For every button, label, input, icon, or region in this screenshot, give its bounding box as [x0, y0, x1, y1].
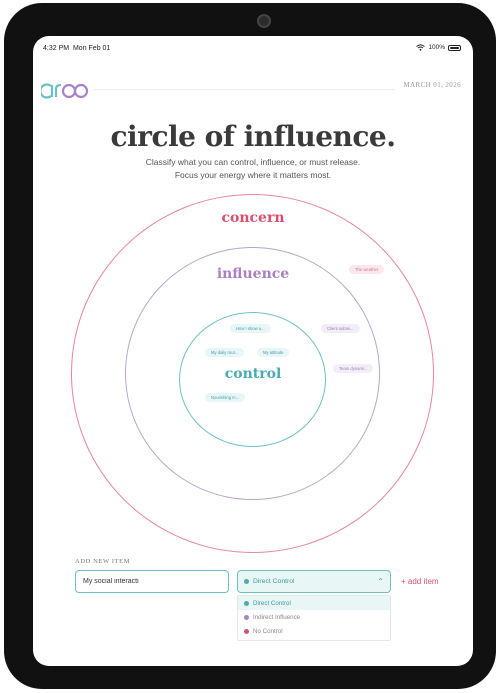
item-chip-weather[interactable]: The weather	[349, 265, 385, 274]
screen: 4:32 PM Mon Feb 01 100% MARCH 01, 2026 c…	[33, 36, 473, 666]
status-right: 100%	[416, 44, 461, 51]
option-label: Direct Control	[253, 599, 291, 607]
influence-label: influence	[216, 266, 290, 282]
control-dot-icon	[244, 600, 249, 606]
page-title: circle of influence.	[110, 120, 396, 153]
selected-category: Direct Control	[253, 578, 295, 585]
item-chip-team-dynamics[interactable]: Team dynami...	[333, 364, 374, 373]
battery-percent: 100%	[428, 44, 445, 51]
add-item-label: ADD NEW ITEM	[75, 558, 131, 565]
control-label: control	[224, 366, 282, 382]
item-input[interactable]	[75, 570, 229, 593]
option-label: No Control	[253, 627, 283, 635]
option-direct-control[interactable]: Direct Control	[238, 596, 390, 610]
add-item-button[interactable]: + add item	[401, 577, 439, 586]
concern-dot-icon	[244, 628, 249, 634]
item-chip-daily-routine[interactable]: My daily rout...	[205, 348, 245, 357]
option-indirect-influence[interactable]: Indirect Influence	[238, 610, 390, 624]
item-chip-nourishing[interactable]: Nourishing m...	[205, 393, 246, 402]
status-date-text: Mon Feb 01	[72, 45, 111, 52]
arbo-logo	[39, 80, 89, 107]
battery-icon	[448, 44, 461, 51]
status-bar: 4:32 PM Mon Feb 01 100%	[33, 36, 473, 60]
item-chip-my-attitude[interactable]: My attitude	[257, 348, 290, 357]
item-chip-how-i-show-up[interactable]: How I show u...	[230, 324, 271, 333]
category-select[interactable]: Direct Control ⌃	[237, 570, 391, 593]
camera	[257, 14, 271, 28]
header-date: MARCH 01, 2026	[403, 81, 461, 89]
wifi-icon	[416, 44, 426, 51]
status-time: 4:32 PM Mon Feb 01	[43, 45, 110, 52]
category-dropdown: Direct Control Indirect Influence No Con…	[237, 595, 391, 641]
status-time-text: 4:32 PM	[43, 45, 70, 52]
page-subtitle: Classify what you can control, influence…	[33, 156, 473, 182]
header-divider	[93, 89, 395, 90]
subtitle-line-2: Focus your energy where it matters most.	[174, 170, 332, 180]
option-no-control[interactable]: No Control	[238, 624, 390, 638]
influence-dot-icon	[244, 614, 249, 620]
concern-label: concern	[221, 210, 285, 226]
item-chip-client-submit[interactable]: Client submi...	[321, 324, 360, 333]
subtitle-line-1: Classify what you can control, influence…	[145, 157, 361, 167]
chevron-up-icon: ⌃	[377, 577, 384, 586]
option-label: Indirect Influence	[253, 613, 301, 621]
tablet-frame: 4:32 PM Mon Feb 01 100% MARCH 01, 2026 c…	[4, 3, 496, 689]
control-dot-icon	[244, 579, 249, 584]
